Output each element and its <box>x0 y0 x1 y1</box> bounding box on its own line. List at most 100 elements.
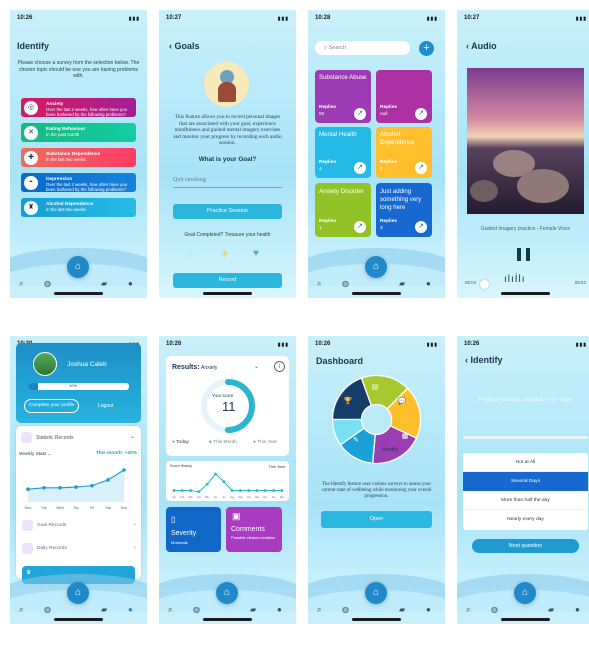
complete-profile-button[interactable]: Complete your profile <box>24 399 79 413</box>
status-bar: 10:28 ▮▮▮ <box>315 15 438 25</box>
chevron-right-icon[interactable]: › <box>134 545 136 551</box>
search-icon[interactable]: ⌕ <box>168 606 172 614</box>
score-history-chart: Jan Feb Mar Apr May Jun Jul Aug Sep Oct Nov Dec Jan F… <box>172 472 285 499</box>
home-button[interactable]: ⌂ <box>514 582 536 604</box>
profile-icon[interactable]: ● <box>426 280 431 288</box>
option-nearly-every-day[interactable]: Nearly every day <box>463 510 588 529</box>
arrow-icon[interactable]: ↗ <box>415 108 427 120</box>
record-button[interactable]: Record <box>173 273 282 288</box>
open-button[interactable]: Open <box>321 511 432 528</box>
dot-icon: ● <box>253 440 256 445</box>
identify-screen: 10:26 ▮▮▮ Identify Please choose a survey… <box>10 10 147 298</box>
chat-icon[interactable]: ▰ <box>399 280 405 288</box>
neutral-face-icon[interactable]: ☀ <box>220 249 229 260</box>
legend-month[interactable]: ● This Month <box>209 440 237 445</box>
option-not-at-all[interactable]: Not at All <box>463 453 588 472</box>
home-button[interactable]: ⌂ <box>216 582 238 604</box>
chevron-right-icon[interactable]: › <box>134 522 136 528</box>
severity-card: ▯ Severity Moderate <box>166 507 221 552</box>
page-title: ‹ Goals <box>169 41 200 51</box>
info-icon[interactable]: i <box>274 361 285 372</box>
topic-card-substance[interactable]: Substance Abuse Replies 92 ↗ <box>315 70 371 123</box>
home-button[interactable]: ⌂ <box>67 582 89 604</box>
legend-today[interactable]: ● Today <box>172 440 189 445</box>
user-name: Joshua Caleb <box>67 361 107 368</box>
option-more-than-half[interactable]: More than half the day <box>463 491 588 510</box>
profile-icon[interactable]: ● <box>426 606 431 614</box>
arrow-icon[interactable]: ↗ <box>354 221 366 233</box>
search-icon[interactable]: ⌕ <box>317 606 321 614</box>
chat-icon[interactable]: ▰ <box>548 606 554 614</box>
legend-label: Today <box>176 440 189 445</box>
avatar[interactable] <box>33 352 57 376</box>
survey-item-anxiety[interactable]: ◎ Anxiety Over the last 2 weeks, how oft… <box>21 98 136 117</box>
survey-item-eating[interactable]: ✕ Eating Behaviour In the past month <box>21 123 136 142</box>
history-point <box>280 489 284 492</box>
search-icon[interactable]: ⌕ <box>19 606 23 614</box>
globe-icon[interactable]: ◍ <box>342 280 349 288</box>
arrow-icon[interactable]: ↗ <box>354 162 366 174</box>
globe-icon[interactable]: ◍ <box>193 606 200 614</box>
next-question-button[interactable]: Next question <box>472 539 579 553</box>
weekly-stats-select[interactable]: Weekly Stats ⌄ <box>19 451 52 457</box>
statistics-card: Statistic Records ⌄ Weekly Stats ⌄ This … <box>16 426 141 584</box>
arrow-icon[interactable]: ↗ <box>415 221 427 233</box>
arrow-icon[interactable]: ↗ <box>415 162 427 174</box>
topic-card-unnamed[interactable]: Replies null ↗ <box>376 70 432 123</box>
profile-icon[interactable]: ● <box>128 280 133 288</box>
search-icon[interactable]: ⌕ <box>317 280 321 288</box>
history-point <box>247 489 251 492</box>
survey-text: In the last two weeks <box>46 207 86 212</box>
goal-records-link[interactable]: Goal Records <box>37 523 66 528</box>
day-label: Mon <box>25 506 32 510</box>
audio-scrubber[interactable] <box>480 280 489 289</box>
chat-icon[interactable]: ▰ <box>101 606 107 614</box>
feature-wheel[interactable]: 🏆 ▤ 💬 ▦ ✎ <box>330 373 423 466</box>
arrow-icon[interactable]: ↗ <box>354 108 366 120</box>
topic-card-alcohol[interactable]: Alcohol Dependence Replies 2 ↗ <box>376 127 432 178</box>
profile-icon[interactable]: ● <box>575 606 580 614</box>
topic-card-mental-health[interactable]: Mental Health Replies 4 ↗ <box>315 127 371 178</box>
search-icon[interactable]: ⌕ <box>19 280 23 288</box>
home-button[interactable]: ⌂ <box>67 256 89 278</box>
sad-face-icon[interactable]: ☹ <box>185 249 194 260</box>
option-several-days[interactable]: Several Days <box>463 472 588 491</box>
card-title: Just adding something very long here <box>380 188 422 211</box>
results-select[interactable]: Anxiety <box>201 365 217 371</box>
pause-icon[interactable] <box>517 248 521 261</box>
globe-icon[interactable]: ◍ <box>44 606 51 614</box>
topic-card-anxiety[interactable]: Anxiety Disorder Replies 1 ↗ <box>315 183 371 237</box>
history-point <box>197 490 201 494</box>
practice-session-button[interactable]: Practice Session <box>173 204 282 219</box>
search-input[interactable]: ⌕ Search <box>315 41 410 55</box>
logout-button[interactable]: Logout <box>98 403 113 409</box>
add-topic-button[interactable]: + <box>419 41 434 56</box>
dashboard-description: The Identify feature uses various survey… <box>321 482 432 499</box>
globe-icon[interactable]: ◍ <box>44 280 51 288</box>
chat-icon[interactable]: ▰ <box>250 606 256 614</box>
chevron-down-icon[interactable]: ⌄ <box>130 433 135 440</box>
home-button[interactable]: ⌂ <box>365 582 387 604</box>
home-indicator <box>203 292 252 295</box>
topic-card-long-title[interactable]: Just adding something very long here Rep… <box>376 183 432 237</box>
survey-item-depression[interactable]: ◓ Depression Over the last 2 weeks, how … <box>21 173 136 192</box>
profile-icon[interactable]: ● <box>128 606 133 614</box>
search-icon[interactable]: ⌕ <box>466 606 470 614</box>
survey-item-alcohol[interactable]: ♜ Alcohol Dependence In the last two wee… <box>21 198 136 217</box>
history-period[interactable]: This Year <box>268 464 285 469</box>
pause-icon[interactable] <box>526 248 530 261</box>
home-button[interactable]: ⌂ <box>365 256 387 278</box>
home-indicator <box>54 292 103 295</box>
chat-icon[interactable]: ▰ <box>399 606 405 614</box>
legend-year[interactable]: ● This Year <box>253 440 277 445</box>
globe-icon[interactable]: ◍ <box>342 606 349 614</box>
happy-face-icon[interactable]: ♥ <box>253 248 259 259</box>
chevron-down-icon[interactable]: ⌄ <box>254 363 259 370</box>
bottom-nav: ⌕ ◍ ⌂ ▰ ● <box>457 582 589 616</box>
daily-records-link[interactable]: Daily Records <box>37 546 67 551</box>
survey-item-substance[interactable]: ✚ Substance Dependence In the last two w… <box>21 148 136 167</box>
chat-icon[interactable]: ▰ <box>101 280 107 288</box>
profile-icon[interactable]: ● <box>277 606 282 614</box>
goal-input[interactable]: Quit smoking <box>173 177 282 188</box>
globe-icon[interactable]: ◍ <box>491 606 498 614</box>
